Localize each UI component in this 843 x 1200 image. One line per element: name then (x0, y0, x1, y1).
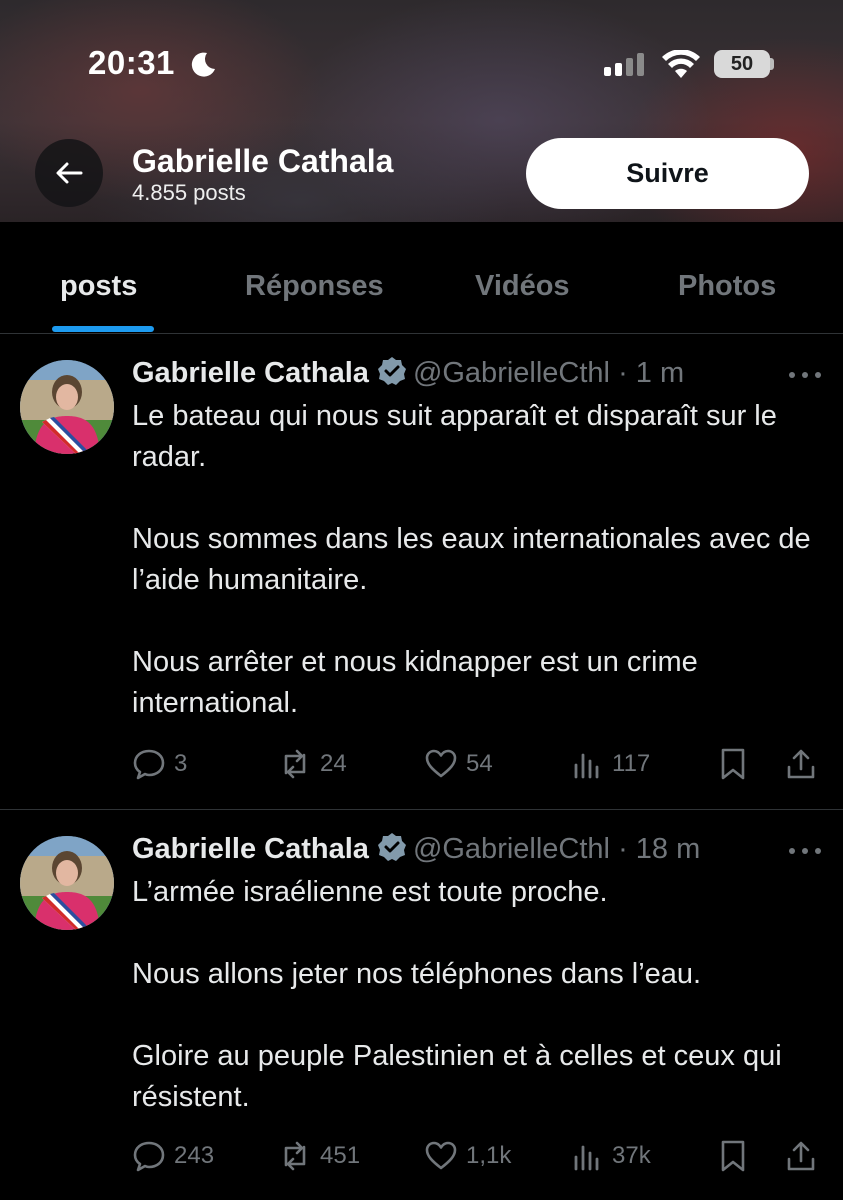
share-button[interactable] (784, 1136, 826, 1176)
arrow-left-icon (56, 162, 83, 184)
status-time: 20:31 (88, 44, 175, 81)
cellular-signal-icon (604, 53, 644, 76)
bookmark-icon (721, 748, 745, 780)
views-chart-icon (574, 753, 599, 779)
back-button[interactable] (35, 139, 103, 207)
more-options-icon[interactable] (788, 846, 822, 856)
battery-tip (770, 58, 774, 70)
tweet[interactable]: Gabrielle Cathala @GabrielleCthl · 1 m Le… (0, 334, 843, 810)
profile-name: Gabrielle Cathala (132, 143, 394, 179)
follow-button[interactable]: Suivre (526, 138, 809, 209)
tweet-timestamp[interactable]: · 18 m (618, 833, 700, 865)
tweet-actions: 3 24 54 117 (132, 744, 832, 784)
profile-banner: 20:31 50 Gabrielle Cathala 4.855 posts S… (0, 0, 843, 222)
avatar[interactable] (20, 360, 114, 454)
moon-icon (191, 52, 215, 77)
battery-indicator: 50 (714, 50, 770, 78)
post-count: 4.855 posts (132, 180, 246, 205)
share-icon (787, 1141, 815, 1171)
tab-posts[interactable]: posts (60, 270, 137, 303)
repost-count: 451 (320, 1142, 361, 1169)
view-count: 117 (612, 750, 651, 777)
reply-icon (133, 749, 165, 780)
heart-icon (425, 1141, 457, 1170)
status-bar: 20:31 50 (0, 38, 843, 94)
views-chart-icon (574, 1145, 599, 1171)
reply-button[interactable]: 243 (132, 1136, 214, 1176)
tweet-text: Le bateau qui nous suit apparaît et disp… (132, 400, 811, 719)
tweet[interactable]: Gabrielle Cathala @GabrielleCthl · 18 m L… (0, 810, 843, 1200)
bookmark-button[interactable] (716, 1136, 758, 1176)
bookmark-button[interactable] (716, 744, 758, 784)
tweet-author-name[interactable]: Gabrielle Cathala (132, 357, 369, 389)
reply-count: 3 (174, 750, 188, 777)
tweet-timestamp[interactable]: · 1 m (618, 357, 684, 389)
repost-icon (284, 749, 306, 779)
like-button[interactable]: 54 (424, 744, 493, 784)
tweet-header: Gabrielle Cathala @GabrielleCthl · 1 m (132, 356, 684, 390)
tweet-author-name[interactable]: Gabrielle Cathala (132, 833, 369, 865)
tweet-actions: 243 451 1,1k 37k (132, 1136, 832, 1176)
heart-icon (425, 749, 457, 778)
tab-videos[interactable]: Vidéos (475, 270, 570, 303)
bookmark-icon (721, 1140, 745, 1172)
tweet-header: Gabrielle Cathala @GabrielleCthl · 18 m (132, 832, 700, 866)
reply-count: 243 (174, 1142, 215, 1169)
verified-badge-icon (377, 357, 406, 385)
tweet-text: L’armée israélienne est toute proche. No… (132, 876, 782, 1113)
verified-badge-icon (377, 833, 406, 861)
wifi-icon (662, 50, 700, 78)
repost-button[interactable]: 24 (278, 744, 347, 784)
repost-button[interactable]: 451 (278, 1136, 360, 1176)
share-icon (787, 749, 815, 779)
more-options-icon[interactable] (788, 370, 822, 380)
reply-icon (133, 1141, 165, 1172)
avatar[interactable] (20, 836, 114, 930)
like-button[interactable]: 1,1k (424, 1136, 511, 1176)
tab-photos[interactable]: Photos (678, 270, 776, 303)
tweet-author-handle[interactable]: @GabrielleCthl (413, 833, 610, 865)
share-button[interactable] (784, 744, 826, 784)
active-tab-indicator (52, 326, 154, 332)
reply-button[interactable]: 3 (132, 744, 187, 784)
like-count: 1,1k (466, 1142, 512, 1169)
profile-tabs: posts Réponses Vidéos Photos (0, 222, 843, 334)
avatar-image (20, 360, 114, 454)
views-button[interactable]: 37k (570, 1136, 651, 1176)
repost-icon (284, 1141, 306, 1171)
repost-count: 24 (320, 750, 347, 777)
tab-replies[interactable]: Réponses (245, 270, 384, 303)
views-button[interactable]: 117 (570, 744, 650, 784)
tweet-author-handle[interactable]: @GabrielleCthl (413, 357, 610, 389)
avatar-image (20, 836, 114, 930)
view-count: 37k (612, 1142, 651, 1169)
like-count: 54 (466, 750, 493, 777)
